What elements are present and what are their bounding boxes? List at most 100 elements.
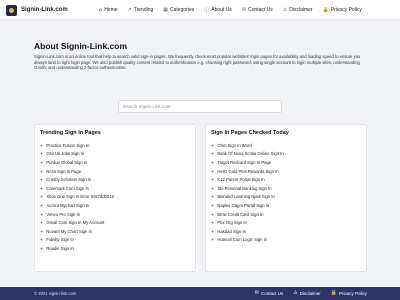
list-item[interactable]: ⚭ Practice Fusion Sign In: [40, 141, 114, 150]
nav-item-label: Categories: [170, 7, 195, 13]
nav-item-home[interactable]: ⌂ Home: [99, 7, 118, 13]
trending-icon: ↗: [127, 7, 132, 13]
list-item[interactable]: ⚭ Ohm Sign In Word: [211, 141, 284, 150]
link-icon: ⚭: [211, 159, 215, 165]
nav-item-disclaimer[interactable]: ⚠ Disclaimer: [283, 7, 313, 13]
link-icon: ⚭: [40, 185, 44, 191]
list-item[interactable]: ⚭ Purdue Global Sign In: [40, 158, 114, 167]
list-item-label: Hotmail Com Login Sign In: [217, 237, 268, 243]
link-icon: ⚭: [40, 142, 44, 148]
link-icon: ⚭: [211, 202, 215, 208]
list-item[interactable]: ⚭ Blended Learning Njais Sign In: [211, 193, 284, 202]
link-icon: ⚭: [211, 237, 215, 243]
main-nav: ⌂ Home ↗ Trending ▦ Categories ⓘ About Us ✉ C…: [99, 5, 362, 15]
list-item[interactable]: ⚭ Vimeo Pro Sign In: [40, 210, 114, 219]
list-item[interactable]: ⚭ Caremark Com Sign In: [40, 184, 114, 193]
list-item[interactable]: ⚭ Hotmail Com Login Sign In: [211, 236, 284, 245]
list-item-label: Hakdad Sign In: [217, 228, 246, 234]
list-item[interactable]: ⚭ Bmw Credit Card Sign In: [211, 210, 284, 219]
list-item[interactable]: ⚭ Aurora Mychart Sign In: [40, 201, 114, 210]
link-icon: ⚭: [211, 228, 215, 234]
list-item[interactable]: ⚭ Fidelity Sign In: [40, 236, 114, 245]
search-box: [118, 100, 282, 113]
link-icon: ⚭: [40, 202, 44, 208]
list-item[interactable]: ⚭ Bank Of Nova Scotia Online Sign In: [211, 150, 284, 159]
list-item-label: Roadie Sign In: [46, 245, 74, 251]
brand-name: Signin-Link.com: [21, 7, 68, 13]
link-icon: ⚭: [211, 151, 215, 157]
list-item-label: Pbx Org Sign In: [217, 220, 247, 226]
search-input[interactable]: [123, 104, 281, 109]
list-item[interactable]: ⚭ K12 Parent Portal Sign In: [211, 175, 284, 184]
footer-copyright: © 2021 signin-link.com: [34, 291, 77, 296]
list-item-label: Blended Learning Njais Sign In: [217, 194, 275, 200]
list-item[interactable]: ⚭ Hakdad Sign In: [211, 227, 284, 236]
warning-icon: ⚠: [282, 7, 288, 13]
list-item-label: Naples Oagm Portal Sign In: [217, 202, 270, 208]
link-icon: ⚭: [40, 194, 44, 200]
nav-item-privacy[interactable]: 🔒 Privacy Policy: [323, 7, 362, 13]
lock-icon: 🔒: [322, 7, 329, 13]
trending-title: Trending Sign In Pages: [40, 130, 101, 136]
envelope-icon: ✉: [254, 290, 259, 296]
link-icon: ⚭: [40, 211, 44, 217]
warning-icon: ⚠: [293, 290, 298, 296]
checked-today-list: ⚭ Ohm Sign In Word ⚭ Bank Of Nova Scotia On…: [211, 141, 284, 244]
list-item[interactable]: ⚭ Pbx Org Sign In: [211, 218, 284, 227]
list-item[interactable]: ⚭ Xbox One Sign In Error 0x87dd0019: [40, 193, 114, 202]
checked-today-title: Sign In Pages Checked Today: [211, 130, 289, 136]
list-item[interactable]: ⚭ Gmail Com Sign In My Account: [40, 218, 114, 227]
list-item[interactable]: ⚭ Novant My Chart Sign In: [40, 227, 114, 236]
link-icon: ⚭: [40, 151, 44, 157]
link-icon: ⚭: [211, 220, 215, 226]
list-item[interactable]: ⚭ Roadie Sign In: [40, 244, 114, 253]
list-item-label: Fidelity Sign In: [46, 237, 74, 243]
list-item-label: Bank Of Nova Scotia Online Sign In: [217, 151, 284, 157]
list-item[interactable]: ⚭ Gsv Uk Jobs Sign In: [40, 150, 114, 159]
list-item-label: Crosby Scholars Sign In: [46, 177, 92, 183]
footer-link-disclaimer[interactable]: ⚠ Disclaimer: [293, 290, 321, 296]
nav-item-trending[interactable]: ↗ Trending: [128, 7, 154, 13]
brand-logo-icon: [6, 4, 17, 16]
footer-link-label: Privacy Policy: [338, 290, 367, 296]
trending-card: Trending Sign In Pages ⚭ Practice Fusion …: [34, 124, 196, 272]
nav-item-about[interactable]: ⓘ About Us: [204, 7, 232, 14]
list-item[interactable]: ⚭ Sbi Personal Banking Sign In: [211, 184, 284, 193]
footer-link-contact[interactable]: ✉ Contact Us: [255, 290, 283, 296]
nav-item-contact[interactable]: ✉ Contact Us: [242, 7, 273, 13]
list-item-label: Vimeo Pro Sign In: [46, 211, 81, 217]
nav-item-categories[interactable]: ▦ Categories: [163, 7, 194, 13]
link-icon: ⚭: [211, 168, 215, 174]
info-icon: ⓘ: [204, 7, 210, 14]
top-navbar: Signin-Link.com ⌂ Home ↗ Trending ▦ Categor…: [0, 0, 400, 20]
nav-item-label: About Us: [211, 7, 232, 13]
link-icon: ⚭: [211, 142, 215, 148]
link-icon: ⚭: [211, 194, 215, 200]
link-icon: ⚭: [40, 237, 44, 243]
list-item-label: Caremark Com Sign In: [46, 185, 89, 191]
checked-today-card: Sign In Pages Checked Today ⚭ Ohm Sign In…: [205, 124, 367, 272]
list-item-label: Hertz Gold Plus Rewards Sign In: [217, 168, 279, 174]
brand-link[interactable]: Signin-Link.com: [6, 4, 68, 16]
list-item-label: Xbox One Sign In Error 0x87dd0019: [46, 194, 114, 200]
list-item[interactable]: ⚭ Ncsa Sign In Page: [40, 167, 114, 176]
footer-link-label: Contact Us: [260, 290, 284, 296]
about-text: Signin-Link.com is an online tool that h…: [34, 54, 361, 70]
link-icon: ⚭: [211, 185, 215, 191]
footer-link-label: Disclaimer: [299, 290, 321, 296]
list-item[interactable]: ⚭ Target Redcard Sign In Page: [211, 158, 284, 167]
list-item[interactable]: ⚭ Naples Oagm Portal Sign In: [211, 201, 284, 210]
categories-icon: ▦: [163, 7, 169, 13]
trending-list: ⚭ Practice Fusion Sign In ⚭ Gsv Uk Jobs Sig…: [40, 141, 114, 253]
nav-item-label: Contact Us: [248, 7, 273, 13]
link-icon: ⚭: [40, 177, 44, 183]
footer-link-privacy[interactable]: 🔒 Privacy Policy: [331, 290, 367, 296]
nav-item-label: Privacy Policy: [330, 7, 362, 13]
link-icon: ⚭: [40, 168, 44, 174]
link-icon: ⚭: [211, 211, 215, 217]
nav-item-label: Disclaimer: [289, 7, 313, 13]
list-item-label: Practice Fusion Sign In: [46, 142, 90, 148]
list-item[interactable]: ⚭ Crosby Scholars Sign In: [40, 175, 114, 184]
list-item[interactable]: ⚭ Hertz Gold Plus Rewards Sign In: [211, 167, 284, 176]
lock-icon: 🔒: [330, 290, 337, 296]
